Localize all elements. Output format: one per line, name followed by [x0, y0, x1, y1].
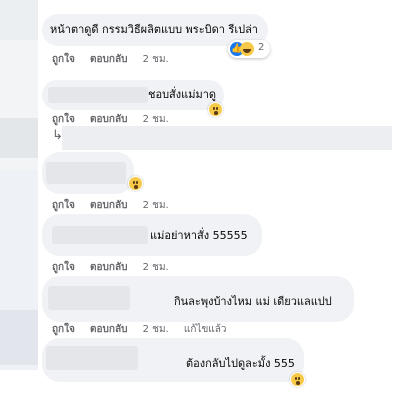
- comment-actions: ถูกใจ ตอบกลับ 2 ชม. แก้ไขแล้ว: [52, 322, 226, 337]
- comment-timestamp[interactable]: 2 ชม.: [143, 112, 169, 127]
- reply-button[interactable]: ตอบกลับ: [90, 52, 127, 67]
- like-button[interactable]: ถูกใจ: [52, 52, 75, 67]
- avatar[interactable]: [0, 118, 38, 158]
- view-replies-link[interactable]: [62, 126, 392, 150]
- reply-button[interactable]: ตอบกลับ: [90, 260, 127, 275]
- comment-timestamp[interactable]: 2 ชม.: [143, 322, 169, 337]
- redacted-name: [48, 286, 130, 310]
- comment-bubble[interactable]: [42, 152, 134, 194]
- like-button[interactable]: ถูกใจ: [52, 322, 75, 337]
- like-button[interactable]: ถูกใจ: [52, 198, 75, 213]
- comment-actions: ถูกใจ ตอบกลับ 2 ชม.: [52, 52, 169, 67]
- emoji-reaction-icon[interactable]: [128, 176, 143, 191]
- comment-text: หน้าตาดูดี กรรมวิธีผลิตแบบ พระบิดา รีเปล…: [50, 23, 258, 36]
- redacted-name: [46, 162, 126, 184]
- reaction-count: 2: [258, 42, 265, 53]
- comment-actions: ถูกใจ ตอบกลับ 2 ชม.: [52, 260, 169, 275]
- redacted-name: [46, 346, 138, 370]
- avatar[interactable]: [0, 310, 38, 365]
- avatar[interactable]: [0, 0, 38, 40]
- comment-text: ต้องกลับไปดูละมั้ง 555: [186, 357, 295, 370]
- comment-text: ชอบสั่งแม่มาดู: [148, 88, 217, 101]
- emoji-reaction-icon[interactable]: [208, 102, 223, 117]
- comment-bubble[interactable]: แม่อย่าหาสั่ง 55555: [42, 214, 262, 256]
- comment-bubble[interactable]: กินละพุงบ้างไหม แม่ เดียวแลแปป: [42, 276, 354, 322]
- comment-timestamp[interactable]: 2 ชม.: [143, 52, 169, 67]
- haha-reaction-icon: [240, 42, 254, 56]
- emoji-reaction-icon[interactable]: [290, 372, 305, 387]
- reply-button[interactable]: ตอบกลับ: [90, 322, 127, 337]
- like-button[interactable]: ถูกใจ: [52, 260, 75, 275]
- redacted-name: [52, 226, 148, 244]
- comment-timestamp[interactable]: 2 ชม.: [143, 260, 169, 275]
- like-button[interactable]: ถูกใจ: [52, 112, 75, 127]
- edited-label: แก้ไขแล้ว: [183, 324, 227, 335]
- comment-bubble[interactable]: ต้องกลับไปดูละมั้ง 555: [42, 338, 304, 382]
- reply-button[interactable]: ตอบกลับ: [90, 112, 127, 127]
- redacted-name: [48, 87, 148, 103]
- comment-text: กินละพุงบ้างไหม แม่ เดียวแลแปป: [174, 295, 332, 308]
- comment-actions: ถูกใจ ตอบกลับ 2 ชม.: [52, 112, 169, 127]
- comment-text: แม่อย่าหาสั่ง 55555: [150, 229, 248, 242]
- reply-button[interactable]: ตอบกลับ: [90, 198, 127, 213]
- comment-actions: ถูกใจ ตอบกลับ 2 ชม.: [52, 198, 169, 213]
- comment-bubble[interactable]: ชอบสั่งแม่มาดู: [42, 80, 224, 110]
- reaction-summary[interactable]: 👍 2: [228, 40, 270, 58]
- comment-timestamp[interactable]: 2 ชม.: [143, 198, 169, 213]
